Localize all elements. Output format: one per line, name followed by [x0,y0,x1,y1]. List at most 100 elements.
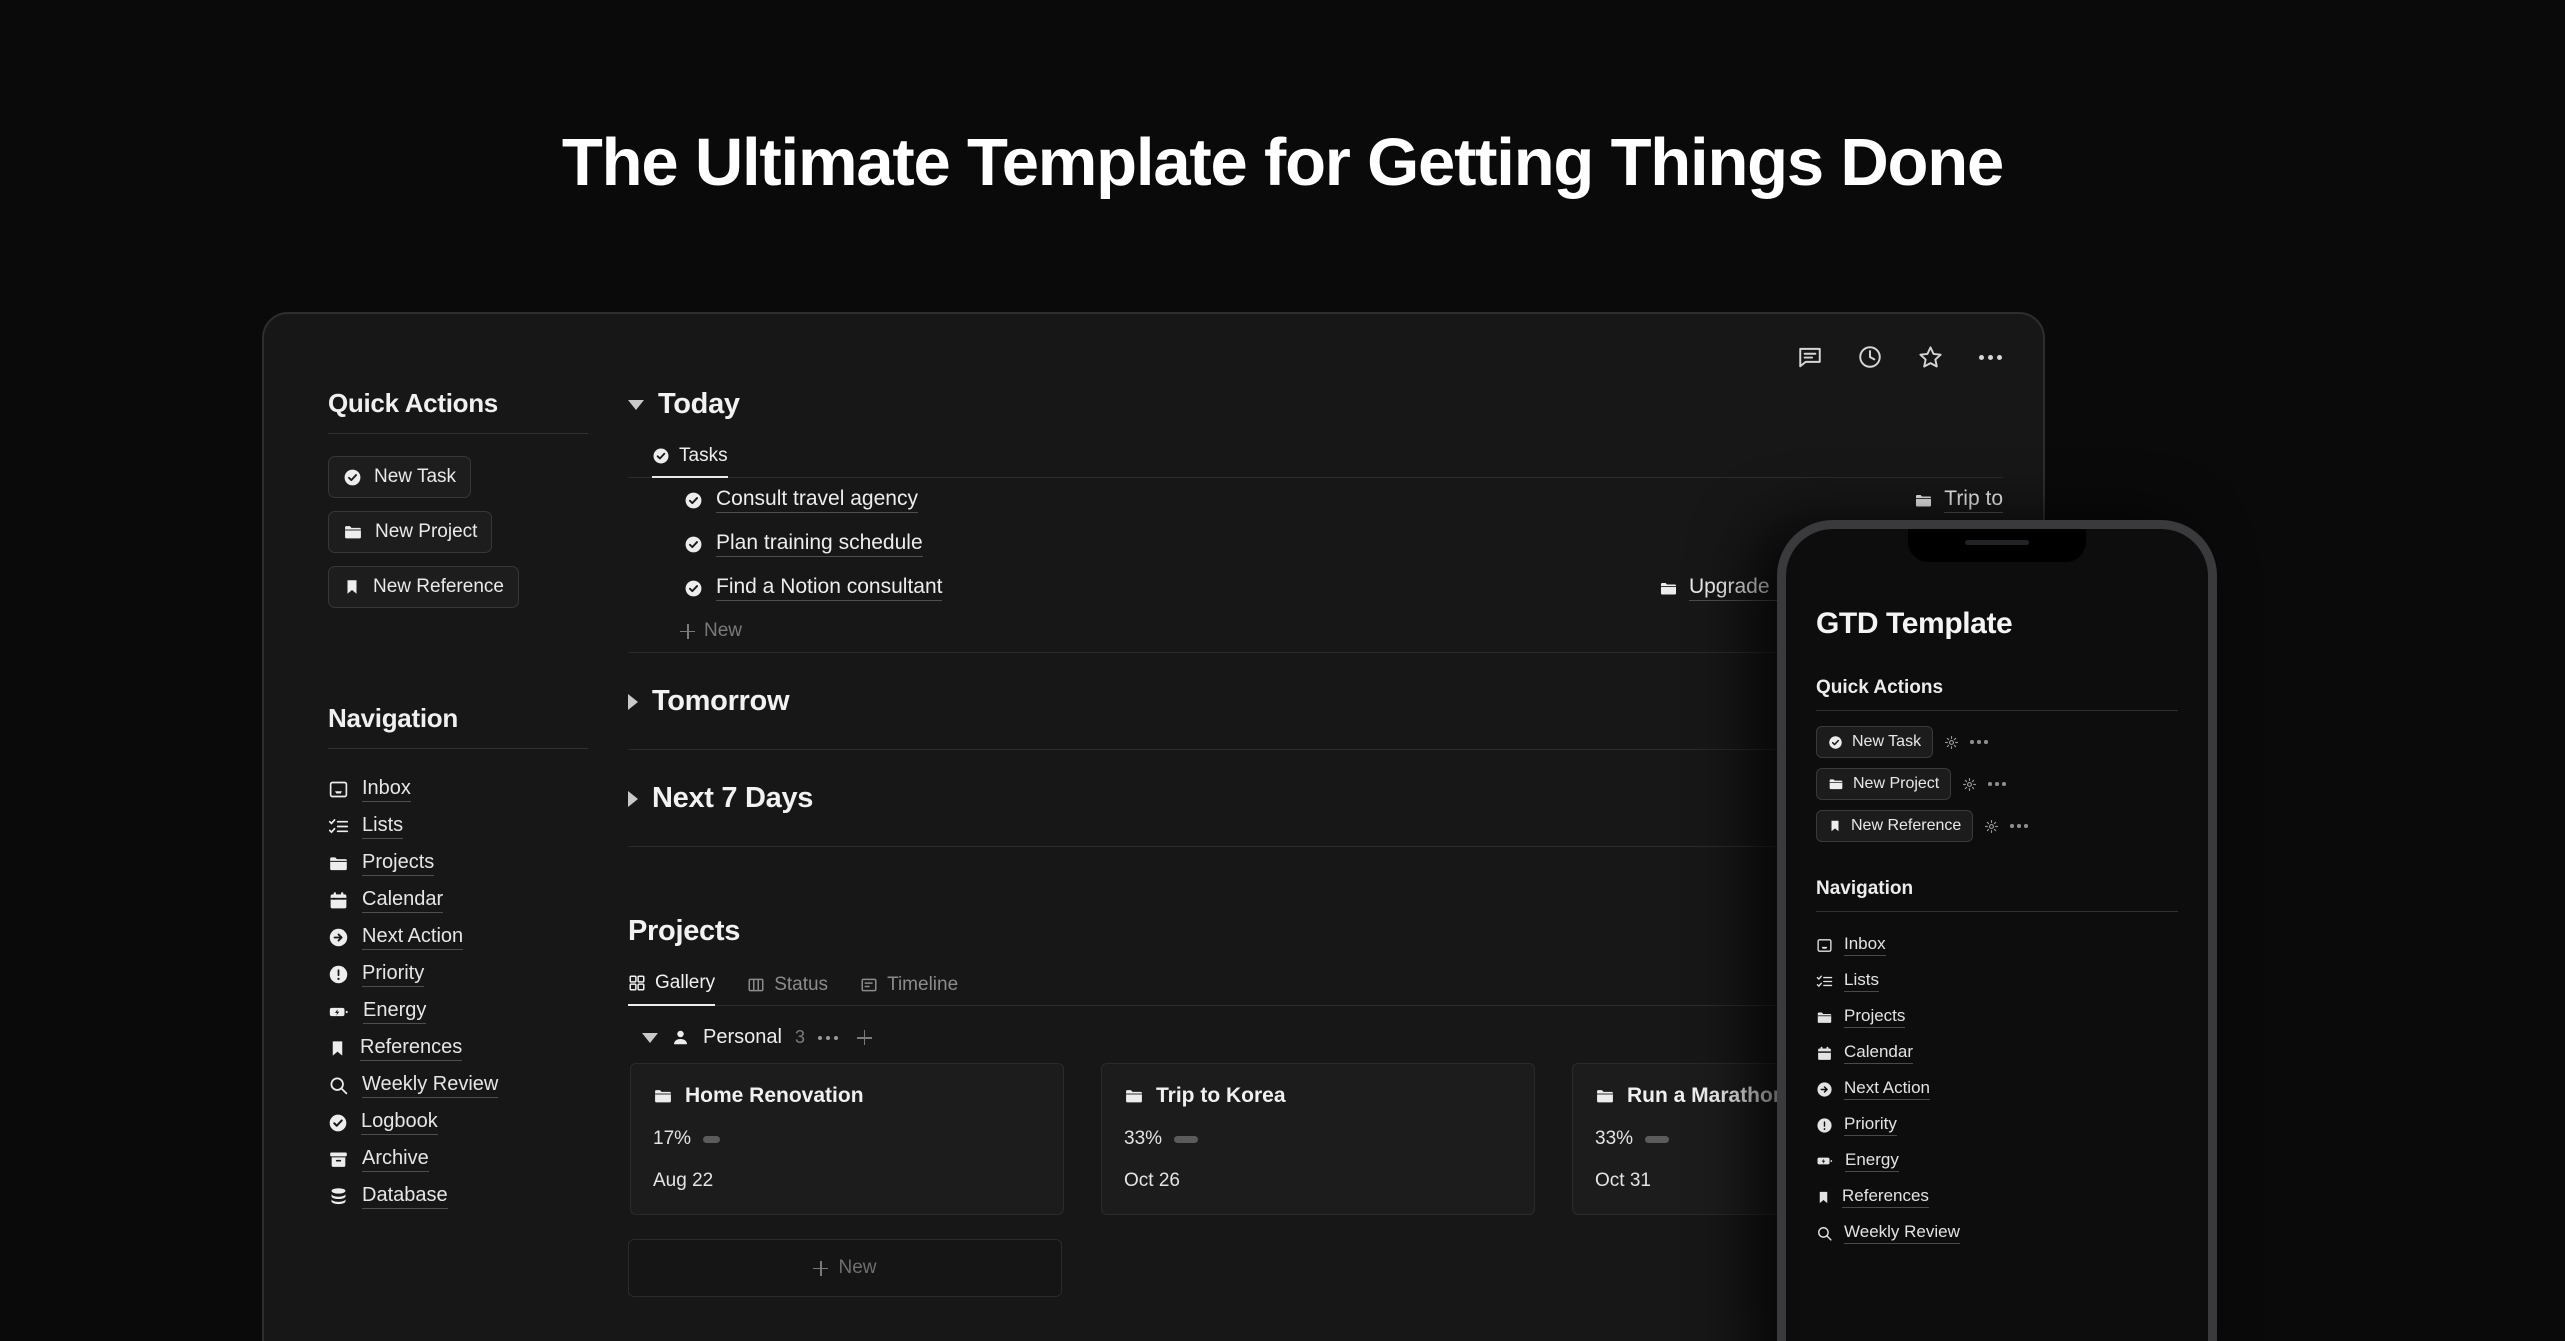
phone-new-task-button[interactable]: New Task [1816,726,1934,758]
check-circle-icon [652,447,670,465]
chevron-down-icon[interactable] [642,1032,658,1043]
group-more-options-icon[interactable] [817,1035,838,1040]
phone-new-project-button[interactable]: New Project [1816,768,1952,800]
new-task-label: New Task [374,466,457,487]
chevron-down-icon[interactable] [628,399,644,410]
gear-icon[interactable] [1984,819,1999,834]
phone-nav-item-weekly-review[interactable]: Weekly Review [1816,1215,2178,1251]
sidebar-item-inbox[interactable]: Inbox [328,771,588,808]
task-project-cell[interactable]: Trip to [1914,487,2003,513]
folder-icon [1659,579,1678,598]
timeline-icon [860,976,878,994]
sidebar-item-logbook[interactable]: Logbook [328,1104,588,1141]
gear-icon[interactable] [1962,777,1977,792]
phone-quick-action-row: New Reference [1816,810,2178,842]
sidebar-item-calendar[interactable]: Calendar [328,882,588,919]
phone-nav-item-projects[interactable]: Projects [1816,999,2178,1035]
archive-icon [328,1149,349,1170]
new-card-label: New [838,1257,877,1278]
check-circle-icon[interactable] [684,535,703,554]
person-icon [671,1028,690,1047]
task-name-cell: Find a Notion consultant [684,575,943,601]
tab-status[interactable]: Status [747,974,828,1006]
sidebar-item-label: Inbox [362,777,411,802]
divider [1816,710,2178,711]
divider [328,748,588,749]
phone-quick-action-row: New Task [1816,726,2178,758]
add-project-icon[interactable] [856,1030,872,1045]
inbox-icon [328,779,349,800]
phone-mockup: GTD Template Quick Actions New Task New … [1777,520,2217,1341]
new-task-button[interactable]: New Task [328,456,472,498]
sidebar-item-priority[interactable]: Priority [328,956,588,993]
page-title: The Ultimate Template for Getting Things… [561,125,2004,200]
folder-icon [343,522,363,542]
project-card[interactable]: Home Renovation 17% Aug 22 [630,1063,1064,1215]
checklist-icon [1816,973,1833,990]
plus-icon [680,623,695,639]
next-7-days-label: Next 7 Days [652,782,814,814]
phone-more-options-icon[interactable] [1988,782,2006,786]
divider [1816,911,2178,912]
sidebar-item-references[interactable]: References [328,1030,588,1067]
phone-nav-item-priority[interactable]: Priority [1816,1107,2178,1143]
folder-icon [1124,1086,1144,1106]
sidebar-item-archive[interactable]: Archive [328,1141,588,1178]
chevron-right-icon[interactable] [628,790,638,807]
bookmark-icon [328,1039,347,1058]
sidebar-item-lists[interactable]: Lists [328,808,588,845]
sidebar-item-label: Energy [363,999,427,1024]
divider [328,433,588,434]
sidebar-item-label: Calendar [362,888,444,913]
new-reference-button[interactable]: New Reference [328,566,519,608]
phone-volume-button [1777,739,1778,831]
phone-more-options-icon[interactable] [2010,824,2028,828]
tab-timeline[interactable]: Timeline [860,974,958,1006]
phone-nav-item-references[interactable]: References [1816,1179,2178,1215]
project-card-title-row: Home Renovation [653,1084,1041,1108]
sidebar-item-energy[interactable]: Energy [328,993,588,1030]
phone-nav-item-next-action[interactable]: Next Action [1816,1071,2178,1107]
task-title: Plan training schedule [716,531,923,557]
project-group-label: Personal [703,1026,782,1048]
table-row[interactable]: Consult travel agency Trip to [628,478,2003,522]
navigation-title: Navigation [328,703,458,733]
phone-nav-item-lists[interactable]: Lists [1816,963,2178,999]
task-title: Consult travel agency [716,487,918,513]
project-card-title: Trip to Korea [1156,1084,1286,1107]
phone-nav-item-calendar[interactable]: Calendar [1816,1035,2178,1071]
project-date: Aug 22 [653,1170,714,1191]
tomorrow-label: Tomorrow [652,685,790,717]
gear-icon[interactable] [1944,735,1959,750]
phone-more-options-icon[interactable] [1970,740,1988,744]
project-percent: 33% [1124,1128,1163,1149]
phone-nav-item-inbox[interactable]: Inbox [1816,927,2178,963]
tab-tasks[interactable]: Tasks [652,445,728,478]
tab-gallery[interactable]: Gallery [628,972,716,1006]
phone-nav-label: Inbox [1844,934,1886,956]
sidebar-item-database[interactable]: Database [328,1178,588,1215]
new-project-button[interactable]: New Project [328,511,493,553]
phone-nav-label: References [1842,1186,1929,1208]
check-circle-icon[interactable] [684,491,703,510]
project-card[interactable]: Trip to Korea 33% Oct 26 [1101,1063,1535,1215]
new-project-card-button[interactable]: New [628,1239,1062,1297]
task-name-cell: Consult travel agency [684,487,918,513]
sidebar-item-label: References [360,1036,463,1061]
check-circle-icon[interactable] [684,579,703,598]
phone-nav-label: Projects [1844,1006,1906,1028]
sidebar: Quick Actions New Task New Project New R… [264,388,628,1341]
task-project-name: Trip to [1944,487,2003,513]
sidebar-item-next-action[interactable]: Next Action [328,919,588,956]
sidebar-item-weekly-review[interactable]: Weekly Review [328,1067,588,1104]
sidebar-item-projects[interactable]: Projects [328,845,588,882]
check-circle-icon [343,468,362,487]
phone-new-reference-button[interactable]: New Reference [1816,810,1974,842]
phone-nav-label: Lists [1844,970,1879,992]
quick-actions-title: Quick Actions [328,388,498,418]
chevron-right-icon[interactable] [628,693,638,710]
project-progress-row: 33% [1124,1128,1512,1150]
inbox-icon [1816,937,1833,954]
phone-nav-item-energy[interactable]: Energy [1816,1143,2178,1179]
today-header[interactable]: Today [628,388,2003,421]
